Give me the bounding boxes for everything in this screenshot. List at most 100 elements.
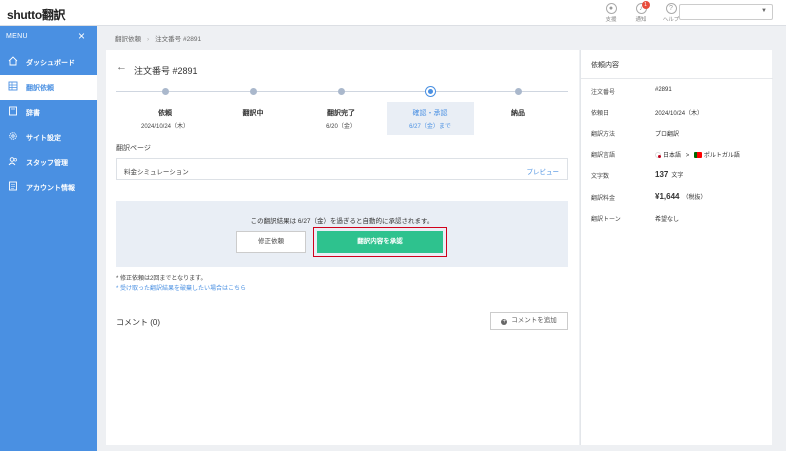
page-title: 注文番号 #2891 [134, 66, 198, 76]
users-icon [8, 157, 17, 166]
step-dot [249, 88, 257, 95]
sidebar-item-label: 辞書 [26, 110, 40, 117]
price: ¥1,644 [655, 192, 680, 201]
close-icon[interactable]: × [78, 30, 85, 42]
help-icon: ? [665, 3, 677, 14]
bell-icon: ♪ 1 [635, 1, 650, 14]
breadcrumb-current: 注文番号 #2891 [155, 36, 202, 43]
detail-key: 翻訳方法 [591, 132, 616, 138]
document-icon [9, 181, 17, 191]
book-icon [9, 106, 17, 116]
top-icon-group: ● 支援 ♪ 1 通知 ? ヘルプ [600, 1, 682, 23]
approval-message: この翻訳結果は 6/27（金）を過ぎると自動的に承認されます。 [250, 218, 434, 225]
request-fix-button[interactable]: 修正依頼 [236, 231, 306, 253]
char-unit: 文字 [671, 173, 684, 179]
sidebar-item-label: アカウント情報 [26, 185, 75, 192]
sidebar-item-label: スタッフ管理 [26, 160, 68, 167]
breadcrumb-link[interactable]: 翻訳依頼 [115, 36, 141, 43]
detail-row: 依頼日 2024/10/24（木） [591, 108, 766, 122]
detail-row: 翻訳トーン 希望なし [591, 214, 766, 228]
detail-key: 依頼日 [591, 111, 610, 117]
sidebar-item-account[interactable]: アカウント情報 [0, 175, 97, 200]
translated-page-row: 料金シミュレーション プレビュー [116, 158, 568, 180]
detail-value: 希望なし [655, 217, 680, 223]
detail-value: プロ翻訳 [655, 132, 680, 138]
add-comment-button[interactable]: + コメントを追加 [490, 312, 568, 330]
menu-header: MENU × [0, 26, 97, 50]
detail-row: 翻訳料金 ¥1,644 （税抜） [591, 192, 766, 206]
char-count: 137 [655, 170, 669, 179]
detail-value: 137 文字 [655, 170, 683, 179]
step-dot-current [425, 87, 435, 96]
target-language: ポルトガル語 [703, 153, 740, 159]
sidebar-item-label: サイト設定 [26, 135, 61, 142]
breadcrumb: 翻訳依頼 › 注文番号 #2891 [115, 33, 201, 43]
discard-link[interactable]: * 受け取った翻訳結果を破棄したい場合はこちら [116, 283, 246, 292]
current-step-highlight [387, 102, 474, 135]
detail-row: 翻訳方法 プロ翻訳 [591, 129, 766, 143]
portugal-flag-icon [693, 152, 702, 158]
step-name: 翻訳完了 [327, 110, 355, 117]
notice-label: 通知 [635, 17, 647, 23]
sidebar-item-label: 翻訳依頼 [26, 85, 54, 92]
step-name: 依頼 [158, 110, 172, 117]
sidebar-item-translation-requests[interactable]: 翻訳依頼 [0, 75, 97, 100]
app-logo[interactable]: shutto翻訳 [7, 6, 66, 23]
detail-row: 注文番号 #2891 [591, 87, 766, 101]
add-comment-label: コメントを追加 [511, 317, 557, 324]
detail-key: 翻訳言語 [591, 153, 616, 159]
detail-key: 翻訳料金 [591, 196, 616, 202]
step-date-current: 6/27（金）まで [409, 124, 451, 130]
home-icon [8, 56, 18, 66]
language-arrow: > [685, 153, 690, 159]
sidebar: MENU × ダッシュボード 翻訳依頼 辞書 サイト設定 スタッフ管理 アカウン… [0, 26, 97, 451]
detail-key: 文字数 [591, 174, 610, 180]
logo-text: shutto [7, 8, 42, 22]
detail-value: 2024/10/24（木） [655, 111, 704, 117]
step-dot [337, 88, 345, 95]
step-name-current: 確認・承認 [412, 110, 448, 117]
page-name: 料金シミュレーション [124, 169, 189, 176]
support-button[interactable]: ● 支援 [600, 3, 622, 23]
sidebar-item-label: ダッシュボード [26, 60, 75, 67]
sidebar-item-site-settings[interactable]: サイト設定 [0, 125, 97, 150]
step-dot [161, 88, 169, 95]
details-title: 依頼内容 [591, 62, 619, 69]
notice-button[interactable]: ♪ 1 通知 [630, 1, 652, 23]
detail-row: 翻訳言語 日本語 > ポルトガル語 [591, 150, 766, 164]
sidebar-item-dictionary[interactable]: 辞書 [0, 100, 97, 125]
price-note: （税抜） [682, 195, 707, 201]
detail-key: 翻訳トーン [591, 217, 621, 223]
step-name: 翻訳中 [242, 110, 264, 117]
order-panel: ← 注文番号 #2891 依頼 翻訳中 翻訳完了 確認・承認 納品 2024/1… [106, 50, 579, 445]
back-arrow-icon[interactable]: ← [116, 61, 127, 73]
detail-value: #2891 [655, 87, 672, 93]
notice-badge: 1 [641, 1, 650, 9]
step-date: 2024/10/24（木） [140, 124, 190, 130]
detail-key: 注文番号 [591, 90, 616, 96]
step-dot [514, 88, 522, 95]
sidebar-item-dashboard[interactable]: ダッシュボード [0, 50, 97, 75]
step-name: 納品 [511, 110, 525, 117]
chevron-down-icon: ▼ [761, 8, 767, 14]
support-icon: ● [605, 3, 617, 14]
list-icon [8, 81, 18, 91]
plus-icon: + [501, 319, 508, 325]
approve-button[interactable]: 翻訳内容を承認 [317, 231, 443, 253]
logo-jp-text: 翻訳 [41, 8, 66, 22]
top-bar: shutto翻訳 ● 支援 ♪ 1 通知 ? ヘルプ ▼ [0, 0, 786, 26]
details-panel: 依頼内容 注文番号 #2891 依頼日 2024/10/24（木） 翻訳方法 プ… [580, 50, 773, 445]
sidebar-item-staff[interactable]: スタッフ管理 [0, 150, 97, 175]
chevron-right-icon: › [147, 36, 150, 43]
detail-row: 文字数 137 文字 [591, 170, 766, 184]
step-date: 6/20（金） [326, 124, 356, 130]
menu-label: MENU [6, 33, 28, 40]
preview-link[interactable]: プレビュー [527, 166, 560, 176]
source-language: 日本語 [663, 153, 682, 159]
account-select[interactable]: ▼ [679, 4, 773, 20]
approval-box: この翻訳結果は 6/27（金）を過ぎると自動的に承認されます。 修正依頼 翻訳内… [116, 201, 568, 267]
section-label: 翻訳ページ [116, 145, 151, 152]
gear-icon [9, 132, 17, 140]
revision-note: * 修正依頼は2回までとなります。 [116, 276, 207, 282]
detail-value: ¥1,644 （税抜） [655, 192, 706, 201]
